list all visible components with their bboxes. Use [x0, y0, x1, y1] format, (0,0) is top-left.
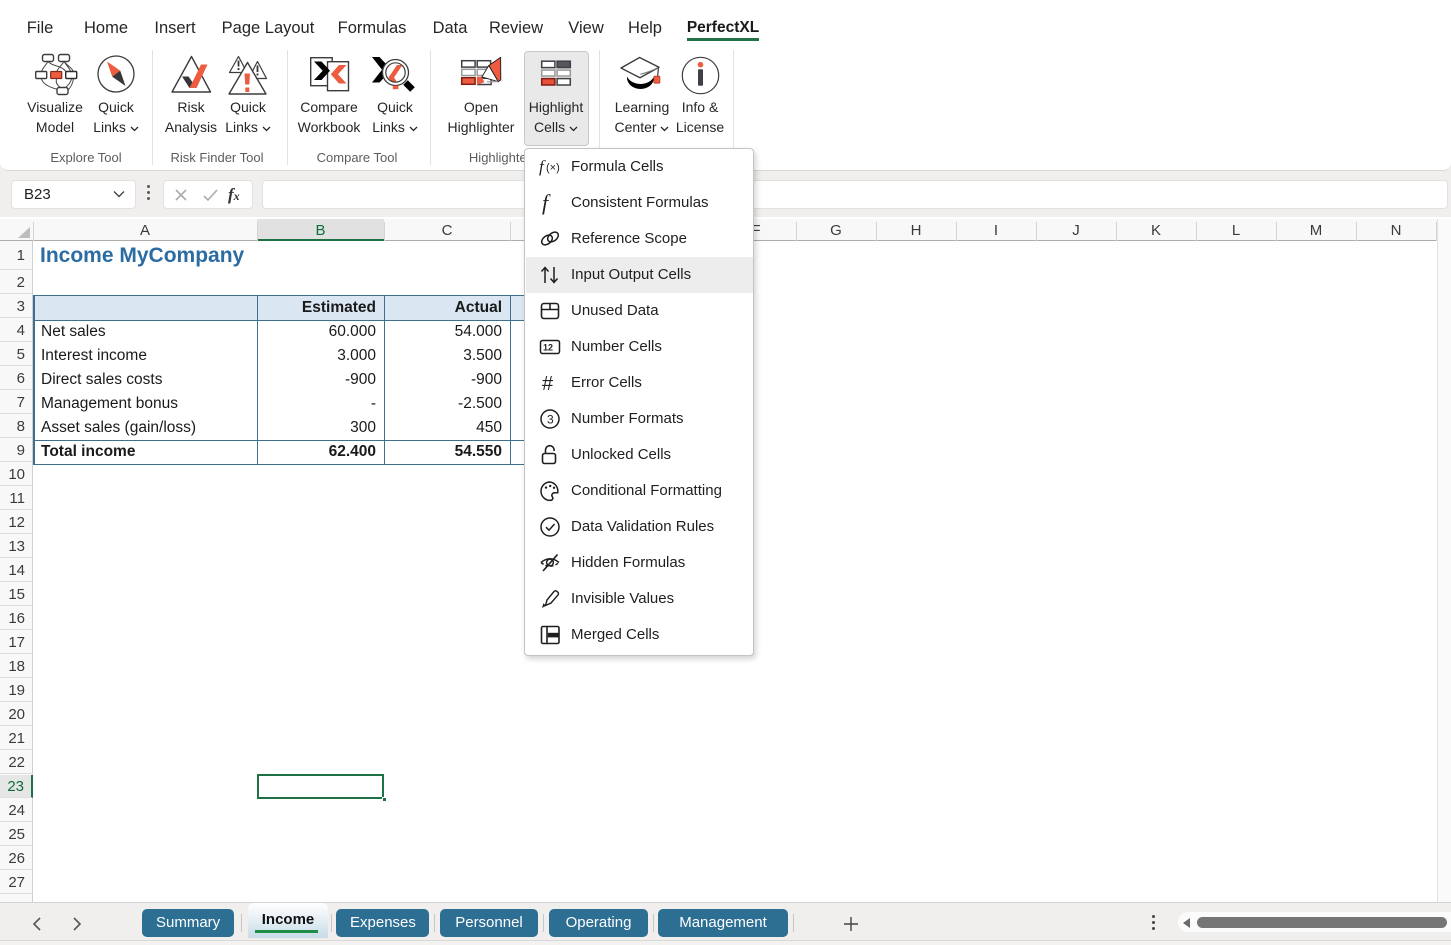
svg-text:3: 3: [547, 413, 554, 427]
svg-text:#: #: [542, 373, 554, 395]
svg-text:12: 12: [543, 343, 553, 353]
svg-text:f: f: [539, 157, 546, 176]
svg-text:f: f: [542, 191, 551, 215]
svg-text:(×): (×): [546, 162, 560, 174]
